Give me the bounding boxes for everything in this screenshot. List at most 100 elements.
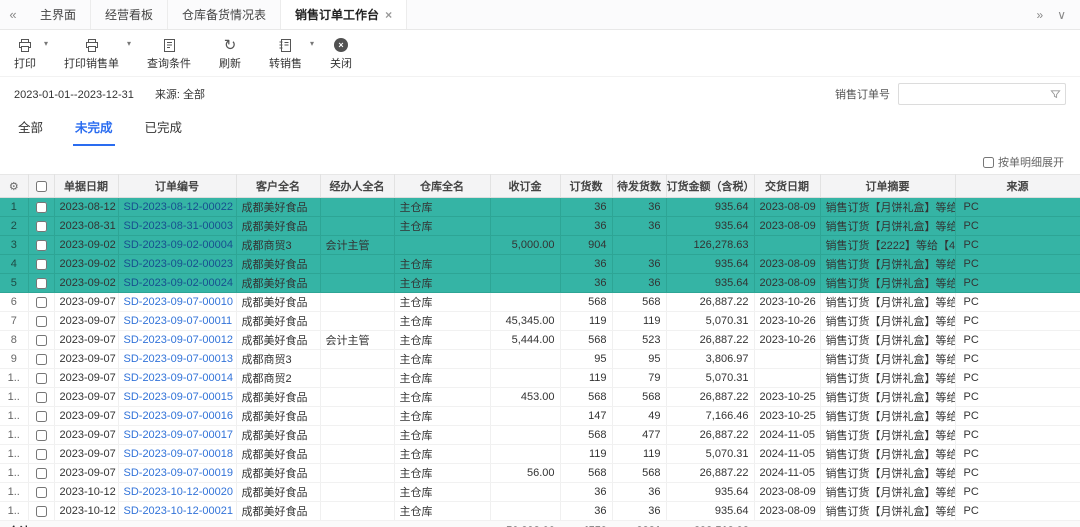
row-checkbox[interactable]	[36, 278, 47, 289]
chevron-down-icon[interactable]: ▾	[310, 39, 314, 48]
table-row[interactable]: 1..2023-10-12SD-2023-10-12-00021成都美好食品主仓…	[0, 502, 1080, 521]
cell-order-no[interactable]: SD-2023-09-07-00016	[118, 407, 236, 426]
table-row[interactable]: 1..2023-09-07SD-2023-09-07-00014成都商贸2主仓库…	[0, 369, 1080, 388]
chevron-down-icon[interactable]: ▾	[127, 39, 131, 48]
table-row[interactable]: 1..2023-09-07SD-2023-09-07-00019成都美好食品主仓…	[0, 464, 1080, 483]
row-checkbox[interactable]	[36, 506, 47, 517]
cell-order-no[interactable]: SD-2023-09-07-00014	[118, 369, 236, 388]
print-sales-order-button[interactable]: ▾ 打印销售单	[64, 37, 127, 71]
column-header[interactable]: 订货数	[560, 175, 612, 198]
row-checkbox[interactable]	[36, 411, 47, 422]
column-header[interactable]: 客户全名	[236, 175, 320, 198]
table-row[interactable]: 22023-08-31SD-2023-08-31-00003成都美好食品主仓库3…	[0, 217, 1080, 236]
cell-order-no[interactable]: SD-2023-09-02-00004	[118, 236, 236, 255]
select-all-checkbox[interactable]	[36, 181, 47, 192]
column-header[interactable]: 订货金额（含税）	[666, 175, 754, 198]
cell-deposit	[490, 483, 560, 502]
gear-icon[interactable]: ⚙	[9, 181, 19, 193]
table-row[interactable]: 42023-09-02SD-2023-09-02-00023成都美好食品主仓库3…	[0, 255, 1080, 274]
tab-sales-order-workbench[interactable]: 销售订单工作台 ×	[281, 0, 407, 29]
table-row[interactable]: 1..2023-09-07SD-2023-09-07-00015成都美好食品主仓…	[0, 388, 1080, 407]
table-row[interactable]: 82023-09-07SD-2023-09-07-00012成都美好食品会计主管…	[0, 331, 1080, 350]
cell-handler	[320, 445, 394, 464]
row-checkbox[interactable]	[36, 202, 47, 213]
cell-order-no[interactable]: SD-2023-09-02-00024	[118, 274, 236, 293]
row-checkbox[interactable]	[36, 259, 47, 270]
row-checkbox[interactable]	[36, 316, 47, 327]
tab-finished[interactable]: 已完成	[143, 113, 185, 146]
cell-order-no[interactable]: SD-2023-09-07-00012	[118, 331, 236, 350]
table-row[interactable]: 62023-09-07SD-2023-09-07-00010成都美好食品主仓库5…	[0, 293, 1080, 312]
cell-order-no[interactable]: SD-2023-09-07-00018	[118, 445, 236, 464]
sales-order-no-input[interactable]	[898, 83, 1066, 105]
print-button[interactable]: ▾ 打印	[14, 37, 44, 71]
close-icon[interactable]: ×	[385, 9, 392, 21]
table-row[interactable]: 1..2023-09-07SD-2023-09-07-00017成都美好食品主仓…	[0, 426, 1080, 445]
cell-summary: 销售订货【月饼礼盒】等给【成都美好食品】：	[820, 255, 955, 274]
cell-order-no[interactable]: SD-2023-09-07-00017	[118, 426, 236, 445]
row-checkbox[interactable]	[36, 373, 47, 384]
transfer-to-sales-button[interactable]: ▾ 转销售	[269, 37, 310, 71]
tab-warehouse-stock-report[interactable]: 仓库备货情况表	[168, 0, 281, 29]
table-row[interactable]: 72023-09-07SD-2023-09-07-00011成都美好食品主仓库4…	[0, 312, 1080, 331]
row-checkbox[interactable]	[36, 354, 47, 365]
column-header[interactable]: 经办人全名	[320, 175, 394, 198]
cell-order-no[interactable]: SD-2023-08-31-00003	[118, 217, 236, 236]
cell-order-no[interactable]: SD-2023-09-02-00023	[118, 255, 236, 274]
tab-unfinished[interactable]: 未完成	[73, 113, 115, 146]
cell-warehouse	[394, 236, 490, 255]
column-header[interactable]: 单据日期	[54, 175, 118, 198]
cell-order-no[interactable]: SD-2023-10-12-00020	[118, 483, 236, 502]
expand-by-detail-text: 按单明细展开	[998, 154, 1064, 170]
table-row[interactable]: 1..2023-09-07SD-2023-09-07-00018成都美好食品主仓…	[0, 445, 1080, 464]
tab-business-dashboard[interactable]: 经营看板	[91, 0, 168, 29]
column-header[interactable]: 仓库全名	[394, 175, 490, 198]
row-number: 6	[0, 293, 28, 312]
row-checkbox[interactable]	[36, 297, 47, 308]
row-checkbox[interactable]	[36, 468, 47, 479]
column-header[interactable]: 收订金	[490, 175, 560, 198]
cell-order-no[interactable]: SD-2023-09-07-00010	[118, 293, 236, 312]
row-checkbox[interactable]	[36, 240, 47, 251]
tabs-scroll-left-icon[interactable]: «	[0, 0, 26, 29]
table-row[interactable]: 92023-09-07SD-2023-09-07-00013成都商贸3主仓库95…	[0, 350, 1080, 369]
cell-order-no[interactable]: SD-2023-09-07-00019	[118, 464, 236, 483]
column-header[interactable]: 订单摘要	[820, 175, 955, 198]
cell-summary: 销售订货【月饼礼盒】等给【成都美好食品】：	[820, 293, 955, 312]
cell-order-no[interactable]: SD-2023-09-07-00015	[118, 388, 236, 407]
query-conditions-button[interactable]: 查询条件	[147, 37, 199, 71]
table-row[interactable]: 12023-08-12SD-2023-08-12-00022成都美好食品主仓库3…	[0, 198, 1080, 217]
column-header[interactable]: 交货日期	[754, 175, 820, 198]
cell-customer: 成都美好食品	[236, 198, 320, 217]
expand-by-detail-label[interactable]: 按单明细展开	[983, 154, 1064, 170]
tabs-scroll-right-icon[interactable]: »	[1037, 8, 1044, 22]
tab-all[interactable]: 全部	[16, 113, 45, 146]
row-checkbox[interactable]	[36, 487, 47, 498]
cell-order-no[interactable]: SD-2023-09-07-00013	[118, 350, 236, 369]
cell-order-no[interactable]: SD-2023-08-12-00022	[118, 198, 236, 217]
close-workbench-button[interactable]: × 关闭	[330, 37, 360, 71]
cell-order-no[interactable]: SD-2023-09-07-00011	[118, 312, 236, 331]
chevron-down-icon[interactable]: ▾	[44, 39, 48, 48]
table-row[interactable]: 1..2023-10-12SD-2023-10-12-00020成都美好食品主仓…	[0, 483, 1080, 502]
cell-qty: 568	[560, 388, 612, 407]
tabs-dropdown-icon[interactable]: ∨	[1057, 8, 1066, 22]
total-qty: 4559	[560, 521, 612, 527]
row-checkbox[interactable]	[36, 449, 47, 460]
filter-funnel-icon[interactable]	[1050, 89, 1061, 100]
row-checkbox[interactable]	[36, 392, 47, 403]
row-checkbox[interactable]	[36, 335, 47, 346]
row-checkbox[interactable]	[36, 430, 47, 441]
expand-by-detail-checkbox[interactable]	[983, 157, 994, 168]
column-header[interactable]: 待发货数	[612, 175, 666, 198]
table-row[interactable]: 52023-09-02SD-2023-09-02-00024成都美好食品主仓库3…	[0, 274, 1080, 293]
table-row[interactable]: 32023-09-02SD-2023-09-02-00004成都商贸3会计主管5…	[0, 236, 1080, 255]
close-workbench-button-label: 关闭	[330, 55, 352, 71]
column-header[interactable]: 订单编号	[118, 175, 236, 198]
cell-order-no[interactable]: SD-2023-10-12-00021	[118, 502, 236, 521]
tab-main-screen[interactable]: 主界面	[26, 0, 91, 29]
refresh-button[interactable]: ↻ 刷新	[219, 37, 249, 71]
column-header[interactable]: 来源	[955, 175, 1080, 198]
table-row[interactable]: 1..2023-09-07SD-2023-09-07-00016成都美好食品主仓…	[0, 407, 1080, 426]
row-checkbox[interactable]	[36, 221, 47, 232]
